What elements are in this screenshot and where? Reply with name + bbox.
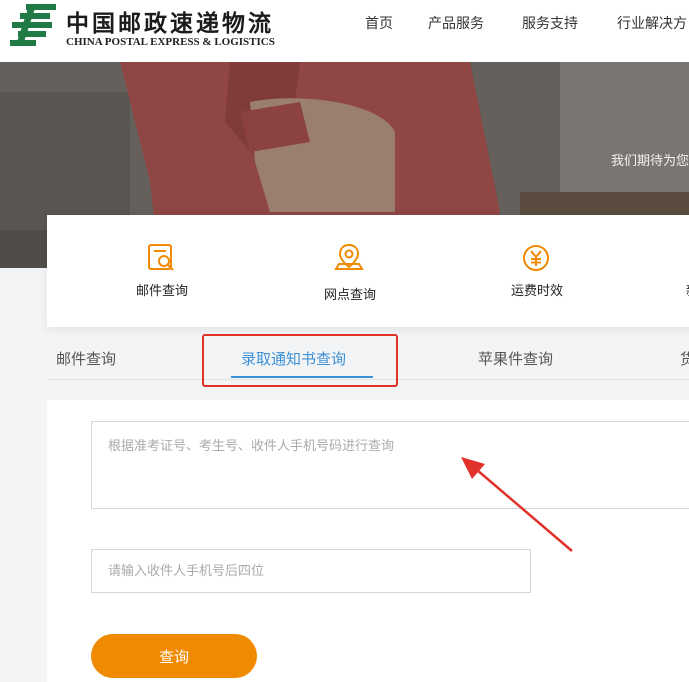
nav-home[interactable]: 首页 [365,13,393,33]
nav-products[interactable]: 产品服务 [428,13,484,33]
quick-outlet-query[interactable]: 网点查询 [290,215,410,327]
quick-shipping-fee-label: 运费时效 [510,284,563,299]
china-post-logo-icon[interactable] [8,2,60,48]
yuan-coin-icon [523,245,549,271]
brand-name-cn: 中国邮政速递物流 [66,10,274,37]
mail-search-icon [148,244,174,271]
tab-apple-parcel-query[interactable]: 苹果件查询 [478,348,553,369]
tab-partial[interactable]: 货 [680,348,689,369]
quick-outlet-query-label: 网点查询 [323,288,376,303]
annotation-highlight-box [202,334,398,387]
brand-name-en: CHINA POSTAL EXPRESS & LOGISTICS [66,36,275,48]
nav-support[interactable]: 服务支持 [522,13,578,33]
query-button[interactable]: 查询 [91,634,257,678]
quick-shipping-fee[interactable]: 运费时效 [477,215,597,327]
nav-industry-solutions[interactable]: 行业解决方 [617,13,687,33]
query-textarea[interactable] [91,421,689,509]
quick-services-card: 邮件查询 网点查询 运费时效 新 [47,215,689,327]
site-header: 中国邮政速递物流 CHINA POSTAL EXPRESS & LOGISTIC… [0,0,689,62]
phone-last-four-input[interactable] [91,549,531,593]
location-pin-icon [334,243,364,270]
tab-mail-query[interactable]: 邮件查询 [56,348,116,369]
banner-slogan: 我们期待为您 [610,154,689,169]
quick-mail-query-label: 邮件查询 [135,284,188,299]
quick-service-partial[interactable]: 新 [664,215,689,327]
quick-mail-query[interactable]: 邮件查询 [102,215,222,327]
